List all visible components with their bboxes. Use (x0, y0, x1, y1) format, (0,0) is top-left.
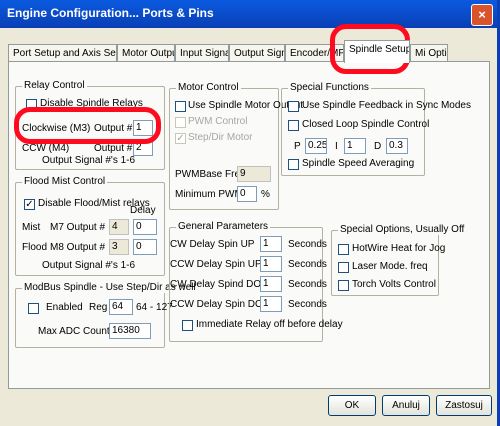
ccw-spin-up-field[interactable]: 1 (260, 256, 282, 272)
cw-spin-down-field[interactable]: 1 (260, 276, 282, 292)
min-pwm-label: Minimum PWM (175, 189, 243, 200)
closed-loop-label: Closed Loop Spindle Control (302, 119, 430, 130)
tab-spindle-setup[interactable]: Spindle Setup (344, 40, 410, 63)
general-params-group: General Parameters CW Delay Spin UP 1 Se… (169, 221, 343, 342)
tab-motor-outputs[interactable]: Motor Outputs (117, 44, 175, 62)
relay-signals-label: Output Signal #'s 1-6 (42, 155, 136, 166)
flood-output-field[interactable]: 3 (109, 239, 129, 255)
disable-flood-mist-checkbox[interactable]: ✓ (24, 199, 35, 210)
speed-averaging-checkbox[interactable] (288, 159, 299, 170)
cw-spin-up-unit: Seconds (288, 239, 327, 250)
max-adc-field[interactable]: 16380 (109, 323, 151, 339)
flood-mist-title: Flood Mist Control (22, 176, 108, 187)
mist-code-label: M7 Output # (50, 222, 106, 233)
use-motor-output-checkbox[interactable] (175, 101, 186, 112)
ok-button[interactable]: OK (328, 395, 376, 416)
motor-control-group: Motor Control Use Spindle Motor Output P… (169, 82, 303, 210)
torch-volts-label: Torch Volts Control (352, 279, 436, 290)
max-adc-label: Max ADC Count (38, 326, 110, 337)
torch-volts-checkbox[interactable] (338, 280, 349, 291)
speed-averaging-label: Spindle Speed Averaging (302, 158, 415, 169)
title-bar[interactable]: Engine Configuration... Ports & Pins × (0, 0, 497, 28)
ccw-spin-up-unit: Seconds (288, 259, 327, 270)
p-field[interactable]: 0.25 (305, 138, 327, 154)
modbus-enabled-checkbox[interactable] (28, 303, 39, 314)
step-dir-label: Step/Dir Motor (188, 132, 253, 143)
pwm-control-checkbox[interactable] (175, 117, 186, 128)
modbus-group: ModBus Spindle - Use Step/Dir as well En… (15, 282, 198, 348)
laser-mode-label: Laser Mode. freq (352, 261, 428, 272)
hotwire-checkbox[interactable] (338, 244, 349, 255)
tab-mill-options[interactable]: Mi Options (410, 44, 448, 62)
flood-delay-field[interactable]: 0 (133, 239, 157, 255)
min-pwm-field[interactable]: 0 (237, 186, 257, 202)
i-label: I (335, 141, 338, 152)
spindle-feedback-label: Use Spindle Feedback in Sync Modes (302, 100, 471, 111)
close-button[interactable]: × (471, 4, 493, 26)
modbus-enabled-label: Enabled (46, 302, 83, 313)
reg-label: Reg (89, 302, 108, 313)
mist-label: Mist (22, 222, 41, 233)
apply-button[interactable]: Zastosuj (436, 395, 492, 416)
cw-spin-down-unit: Seconds (288, 279, 327, 290)
spindle-setup-panel: Relay Control Disable Spindle Relays Clo… (8, 61, 490, 389)
flood-mist-group: Flood Mist Control ✓ Disable Flood/Mist … (15, 176, 165, 276)
pwm-base-field[interactable]: 9 (237, 166, 271, 182)
flood-label: Flood (22, 242, 48, 253)
cw-spin-up-label: CW Delay Spin UP (170, 239, 255, 250)
step-dir-checkbox[interactable]: ✓ (175, 133, 186, 144)
flood-code-label: M8 Output # (50, 242, 106, 253)
p-label: P (294, 141, 301, 152)
closed-loop-checkbox[interactable] (288, 120, 299, 131)
mist-output-field[interactable]: 4 (109, 219, 129, 235)
engine-config-window: Engine Configuration... Ports & Pins × P… (0, 0, 500, 426)
ccw-output-label: Output # (94, 143, 133, 154)
laser-mode-checkbox[interactable] (338, 262, 349, 273)
special-functions-group: Special Functions Use Spindle Feedback i… (281, 82, 471, 176)
special-options-title: Special Options, Usually Off (338, 224, 467, 235)
hotwire-label: HotWire Heat for Jog (352, 243, 446, 254)
tab-input-signals[interactable]: Input Signals (175, 44, 229, 62)
cancel-button[interactable]: Anuluj (382, 395, 430, 416)
tab-output-signals[interactable]: Output Signals (229, 44, 285, 62)
ccw-spin-down-unit: Seconds (288, 299, 327, 310)
pwm-control-label: PWM Control (188, 116, 248, 127)
tab-port-setup[interactable]: Port Setup and Axis Selection (8, 44, 117, 62)
d-label: D (374, 141, 382, 152)
cw-spin-up-field[interactable]: 1 (260, 236, 282, 252)
spindle-feedback-checkbox[interactable] (288, 101, 299, 112)
min-pwm-unit: % (261, 189, 270, 200)
relay-control-title: Relay Control (22, 80, 87, 91)
special-options-group: Special Options, Usually Off HotWire Hea… (331, 224, 467, 296)
motor-control-title: Motor Control (176, 82, 241, 93)
delay-label: Delay (130, 205, 156, 216)
annotation-ring-relay (14, 107, 161, 144)
window-title: Engine Configuration... Ports & Pins (7, 6, 214, 20)
ccw-spin-down-field[interactable]: 1 (260, 296, 282, 312)
reg-range-label: 64 - 127 (136, 302, 173, 313)
immediate-relay-checkbox[interactable] (182, 320, 193, 331)
flood-signals-label: Output Signal #'s 1-6 (42, 260, 136, 271)
general-params-title: General Parameters (176, 221, 271, 232)
reg-field[interactable]: 64 (109, 299, 133, 315)
ccw-label: CCW (M4) (22, 143, 70, 154)
immediate-relay-label: Immediate Relay off before delay (196, 319, 343, 330)
mist-delay-field[interactable]: 0 (133, 219, 157, 235)
d-field[interactable]: 0.3 (386, 138, 408, 154)
i-field[interactable]: 1 (344, 138, 366, 154)
special-functions-title: Special Functions (288, 82, 371, 93)
ccw-spin-up-label: CCW Delay Spin UP (170, 259, 262, 270)
